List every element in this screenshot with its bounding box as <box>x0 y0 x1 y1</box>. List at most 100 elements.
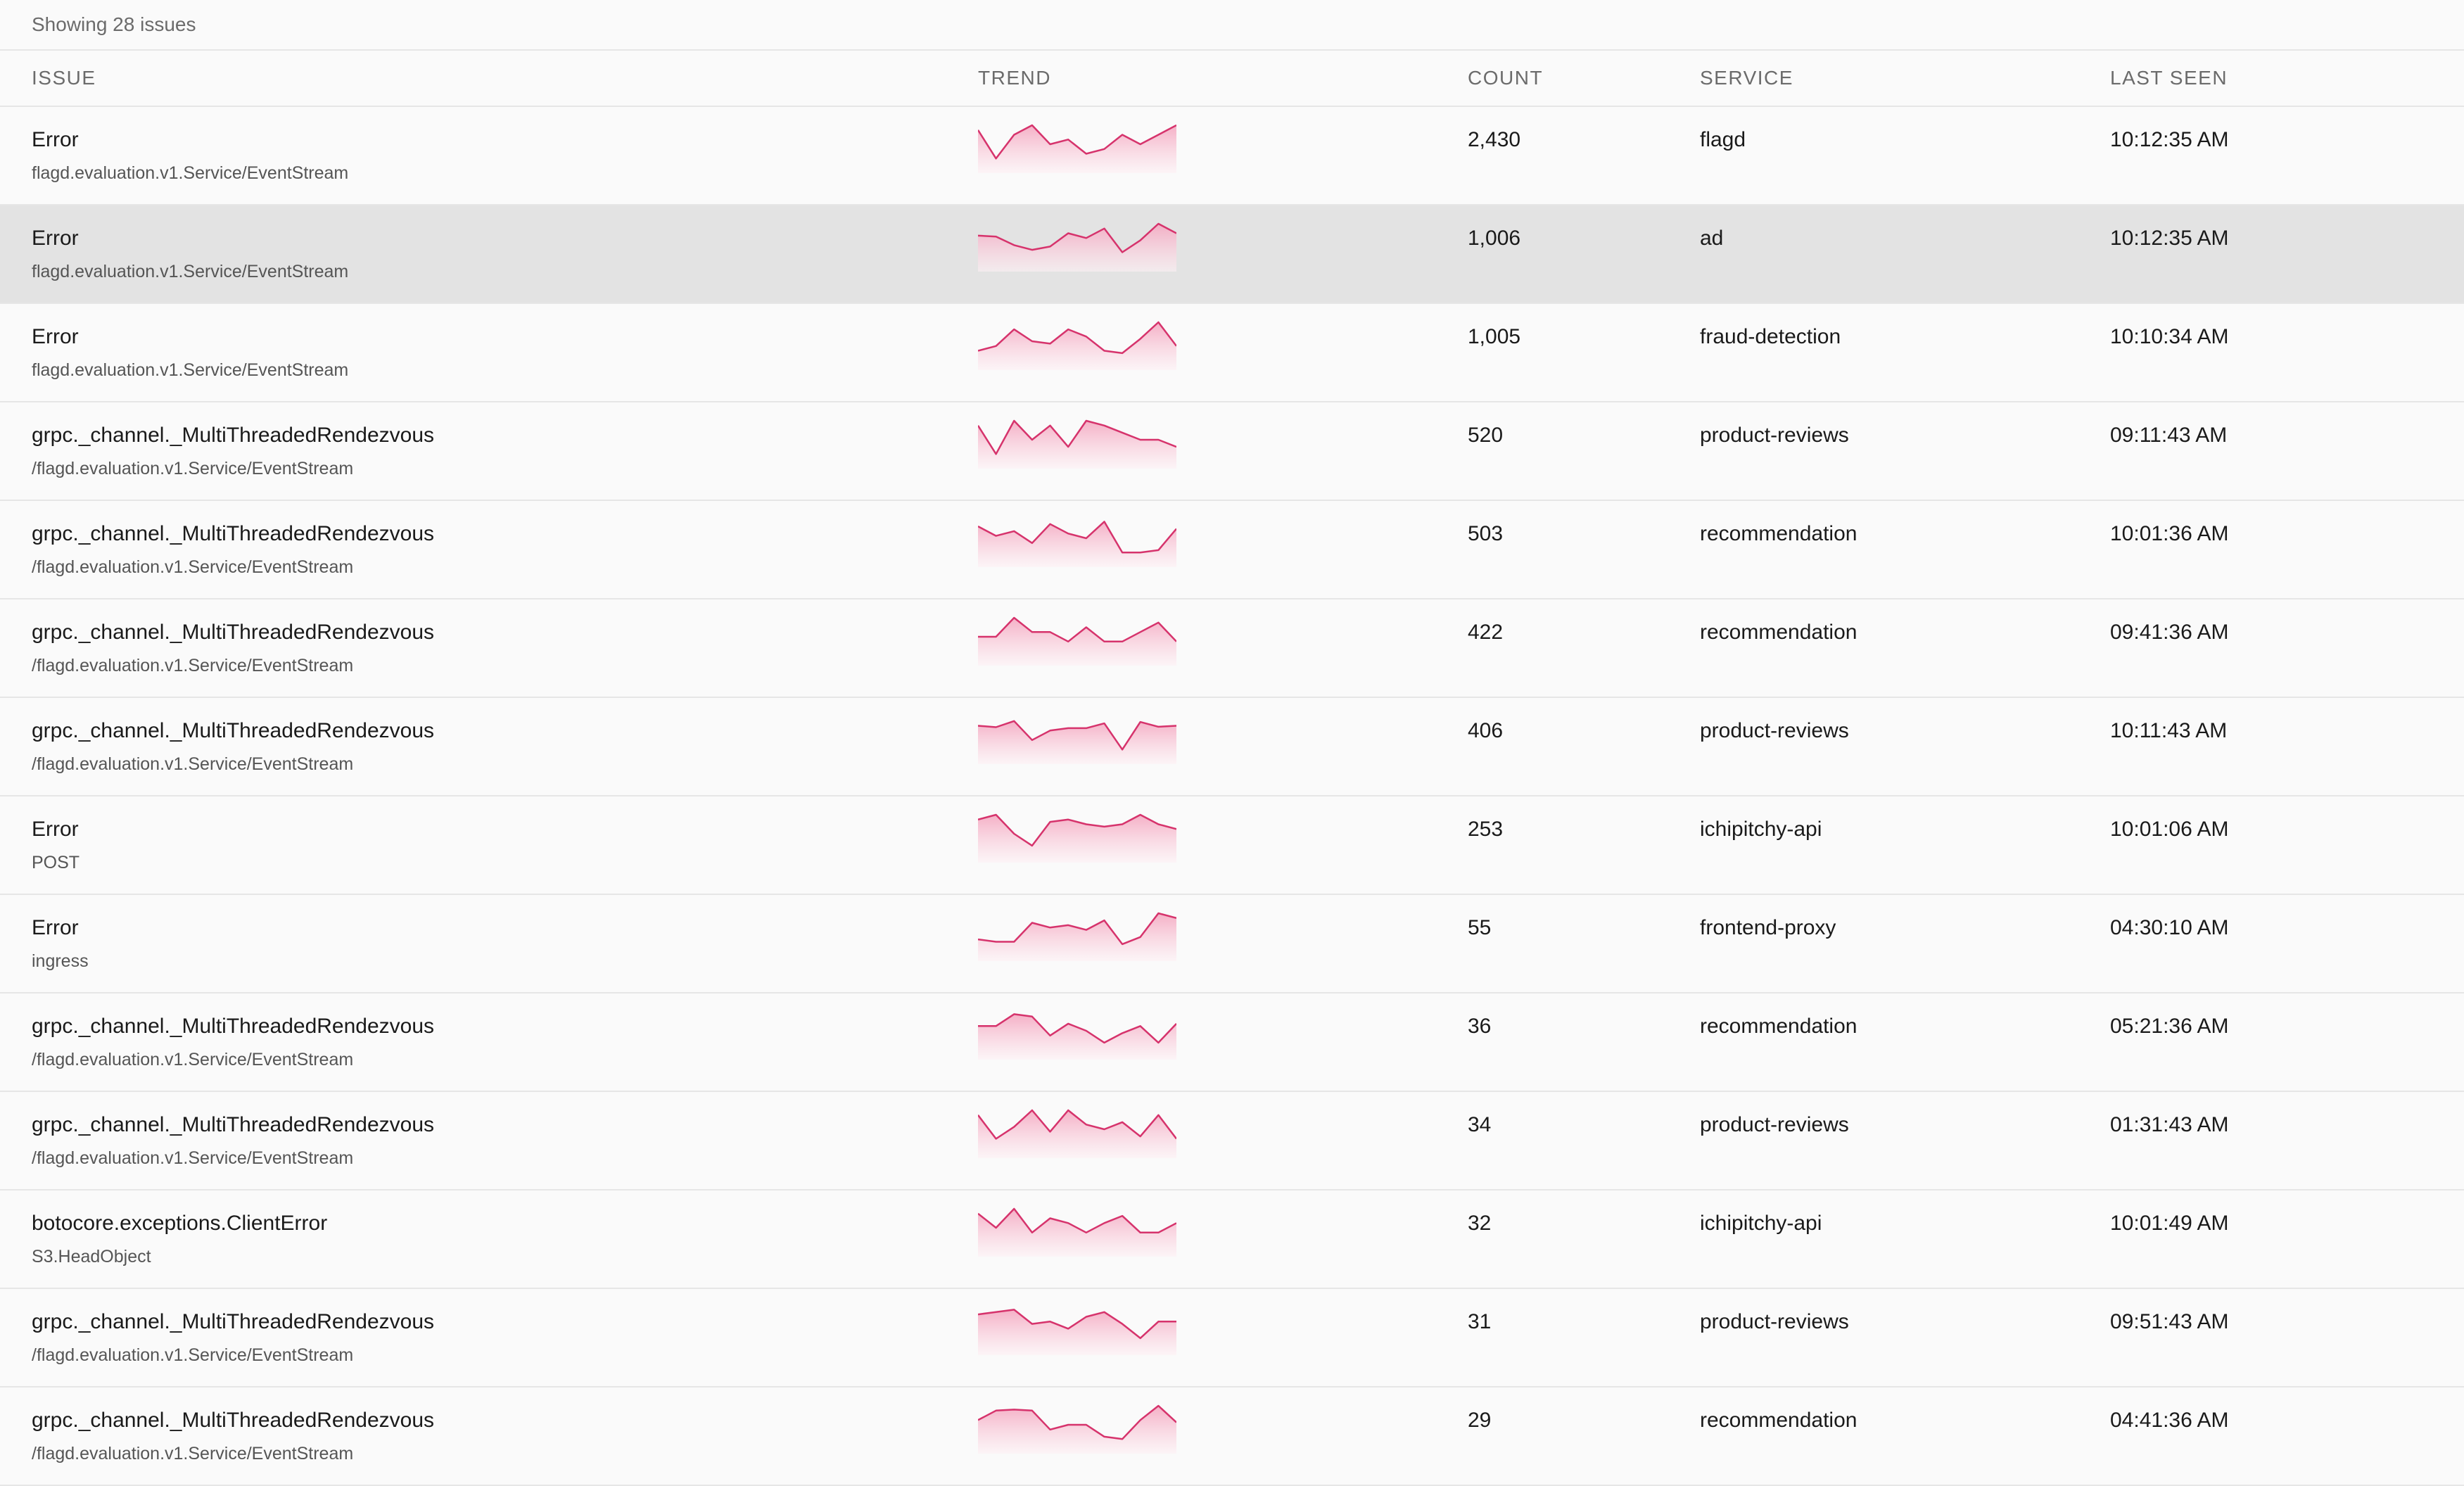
issue-count: 1,005 <box>1468 325 1521 348</box>
issue-subtitle: S3.HeadObject <box>32 1247 151 1266</box>
issue-count: 29 <box>1468 1409 1492 1432</box>
issue-title: grpc._channel._MultiThreadedRendezvous <box>32 719 435 742</box>
table-row[interactable]: grpc._channel._MultiThreadedRendezvous/f… <box>0 402 2464 501</box>
issue-title: Error <box>32 227 79 250</box>
trend-sparkline <box>978 419 1176 469</box>
issue-service: fraud-detection <box>1700 325 1841 348</box>
issue-title: grpc._channel._MultiThreadedRendezvous <box>32 1015 435 1038</box>
column-header-last-seen[interactable]: LAST SEEN <box>2110 51 2228 106</box>
trend-sparkline <box>978 1207 1176 1257</box>
table-body: Error flagd.evaluation.v1.Service/EventSt… <box>0 107 2464 1486</box>
issue-subtitle: /flagd.evaluation.v1.Service/EventStream <box>32 1345 354 1365</box>
issue-last-seen: 05:21:36 AM <box>2110 1015 2229 1038</box>
issue-count: 406 <box>1468 719 1504 742</box>
table-row[interactable]: Error flagd.evaluation.v1.Service/EventSt… <box>0 107 2464 205</box>
issue-service: ad <box>1700 227 1724 250</box>
issues-page: Showing 28 issues ISSUE TREND COUNT SERV… <box>0 0 2464 1486</box>
table-header: ISSUE TREND COUNT SERVICE LAST SEEN <box>0 51 2464 107</box>
sparkline-area <box>978 125 1176 173</box>
issue-title: grpc._channel._MultiThreadedRendezvous <box>32 424 435 447</box>
column-header-issue[interactable]: ISSUE <box>32 51 96 106</box>
issue-last-seen: 10:01:36 AM <box>2110 522 2229 545</box>
trend-sparkline <box>978 1404 1176 1454</box>
table-row[interactable]: grpc._channel._MultiThreadedRendezvous/f… <box>0 501 2464 599</box>
trend-sparkline <box>978 616 1176 666</box>
sparkline-area <box>978 1406 1176 1454</box>
trend-sparkline <box>978 124 1176 173</box>
issue-count: 31 <box>1468 1310 1492 1333</box>
issue-count: 503 <box>1468 522 1504 545</box>
issue-title: grpc._channel._MultiThreadedRendezvous <box>32 1310 435 1333</box>
issue-count: 1,006 <box>1468 227 1521 250</box>
issue-service: recommendation <box>1700 1409 1857 1432</box>
sparkline-area <box>978 322 1176 370</box>
issue-count: 520 <box>1468 424 1504 447</box>
sparkline-area <box>978 521 1176 567</box>
sparkline-area <box>978 224 1176 272</box>
issue-subtitle: /flagd.evaluation.v1.Service/EventStream <box>32 1148 354 1168</box>
column-header-trend[interactable]: TREND <box>978 51 1051 106</box>
issue-last-seen: 09:41:36 AM <box>2110 621 2229 644</box>
issue-service: recommendation <box>1700 1015 1857 1038</box>
trend-sparkline <box>978 1309 1176 1355</box>
issue-count: 34 <box>1468 1113 1492 1136</box>
issue-subtitle: /flagd.evaluation.v1.Service/EventStream <box>32 1444 354 1463</box>
issue-subtitle: POST <box>32 853 80 872</box>
issues-table: ISSUE TREND COUNT SERVICE LAST SEEN Erro… <box>0 51 2464 1486</box>
table-row[interactable]: grpc._channel._MultiThreadedRendezvous/f… <box>0 1387 2464 1486</box>
issue-title: grpc._channel._MultiThreadedRendezvous <box>32 621 435 644</box>
issue-count: 2,430 <box>1468 128 1521 151</box>
issue-subtitle: flagd.evaluation.v1.Service/EventStream <box>32 163 349 183</box>
issue-count: 32 <box>1468 1212 1492 1235</box>
table-row[interactable]: grpc._channel._MultiThreadedRendezvous/f… <box>0 599 2464 698</box>
issue-last-seen: 10:10:34 AM <box>2110 325 2229 348</box>
trend-sparkline <box>978 813 1176 863</box>
trend-sparkline <box>978 1109 1176 1158</box>
issue-last-seen: 10:12:35 AM <box>2110 128 2229 151</box>
issue-subtitle: flagd.evaluation.v1.Service/EventStream <box>32 262 349 281</box>
issue-service: product-reviews <box>1700 1310 1849 1333</box>
issue-service: recommendation <box>1700 621 1857 644</box>
issue-title: grpc._channel._MultiThreadedRendezvous <box>32 1113 435 1136</box>
table-row[interactable]: Error flagd.evaluation.v1.Service/EventSt… <box>0 304 2464 402</box>
trend-sparkline <box>978 321 1176 370</box>
table-row[interactable]: grpc._channel._MultiThreadedRendezvous/f… <box>0 698 2464 796</box>
table-row[interactable]: Error ingress 55 frontend-proxy 04:30:10 AM <box>0 895 2464 993</box>
issue-service: frontend-proxy <box>1700 916 1836 939</box>
issue-subtitle: /flagd.evaluation.v1.Service/EventStream <box>32 754 354 774</box>
issue-service: product-reviews <box>1700 1113 1849 1136</box>
issue-last-seen: 10:01:06 AM <box>2110 818 2229 841</box>
issue-service: product-reviews <box>1700 719 1849 742</box>
issue-last-seen: 04:41:36 AM <box>2110 1409 2229 1432</box>
issue-title: Error <box>32 325 79 348</box>
issue-count: 36 <box>1468 1015 1492 1038</box>
table-row[interactable]: Error POST 253 ichipitchy-api 10:01:06 AM <box>0 796 2464 895</box>
table-row[interactable]: grpc._channel._MultiThreadedRendezvous/f… <box>0 1289 2464 1387</box>
trend-sparkline <box>978 720 1176 764</box>
issue-title: Error <box>32 818 79 841</box>
column-header-service[interactable]: SERVICE <box>1700 51 1793 106</box>
issues-count-summary: Showing 28 issues <box>0 0 2464 51</box>
issue-title: Error <box>32 128 79 151</box>
issue-subtitle: /flagd.evaluation.v1.Service/EventStream <box>32 557 354 577</box>
issue-title: grpc._channel._MultiThreadedRendezvous <box>32 1409 435 1432</box>
issue-service: ichipitchy-api <box>1700 818 1822 841</box>
issue-service: recommendation <box>1700 522 1857 545</box>
issue-last-seen: 10:12:35 AM <box>2110 227 2229 250</box>
table-row[interactable]: grpc._channel._MultiThreadedRendezvous/f… <box>0 993 2464 1092</box>
issue-service: flagd <box>1700 128 1746 151</box>
issue-count: 422 <box>1468 621 1504 644</box>
column-header-count[interactable]: COUNT <box>1468 51 1543 106</box>
issue-service: ichipitchy-api <box>1700 1212 1822 1235</box>
issue-last-seen: 10:11:43 AM <box>2110 719 2228 742</box>
issue-last-seen: 09:11:43 AM <box>2110 424 2228 447</box>
table-row[interactable]: grpc._channel._MultiThreadedRendezvous/f… <box>0 1092 2464 1190</box>
table-row[interactable]: Error flagd.evaluation.v1.Service/EventSt… <box>0 205 2464 304</box>
sparkline-area <box>978 421 1176 469</box>
trend-sparkline <box>978 1013 1176 1060</box>
issue-last-seen: 04:30:10 AM <box>2110 916 2229 939</box>
issue-subtitle: /flagd.evaluation.v1.Service/EventStream <box>32 656 354 675</box>
issue-last-seen: 01:31:43 AM <box>2110 1113 2229 1136</box>
issue-count: 55 <box>1468 916 1492 939</box>
table-row[interactable]: botocore.exceptions.ClientError S3.HeadOb… <box>0 1190 2464 1289</box>
